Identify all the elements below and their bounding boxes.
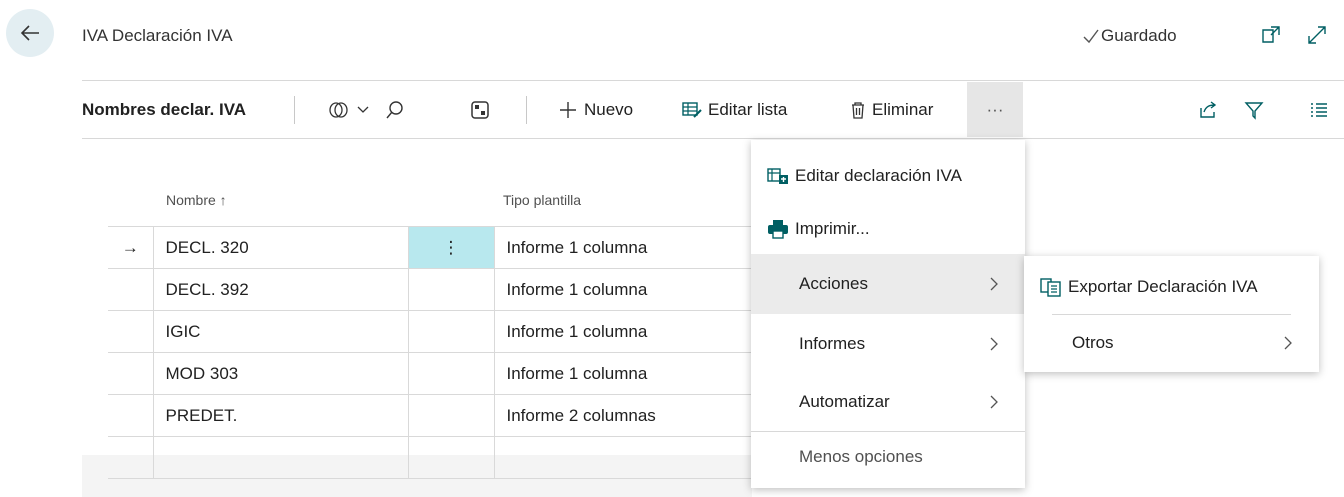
column-header-template-type[interactable]: Tipo plantilla bbox=[503, 192, 581, 208]
delete-button[interactable]: Eliminar bbox=[850, 82, 933, 137]
search-icon bbox=[386, 100, 403, 118]
table-row-new[interactable] bbox=[108, 436, 794, 479]
row-menu-button[interactable]: ⋮ bbox=[407, 226, 495, 269]
cell-name[interactable]: IGIC bbox=[152, 310, 409, 353]
menu-item-label: Acciones bbox=[799, 274, 868, 293]
saved-label: Guardado bbox=[1101, 26, 1177, 45]
menu-item-print[interactable]: Imprimir... bbox=[751, 204, 1025, 254]
table-row[interactable]: DECL. 392 Informe 1 columna bbox=[108, 268, 794, 311]
cell-template-type[interactable]: Informe 1 columna bbox=[493, 310, 794, 353]
menu-item-label: Menos opciones bbox=[799, 447, 923, 466]
cell-template-type[interactable]: Informe 1 columna bbox=[493, 352, 794, 395]
menu-item-automate[interactable]: Automatizar bbox=[751, 374, 1025, 430]
table-row[interactable]: MOD 303 Informe 1 columna bbox=[108, 352, 794, 395]
menu-item-label: Informes bbox=[799, 334, 866, 353]
menu-item-edit-statement[interactable]: Editar declaración IVA bbox=[751, 148, 1025, 204]
expand-icon[interactable] bbox=[1306, 24, 1328, 46]
filter-pane-button[interactable] bbox=[470, 82, 490, 137]
chevron-right-icon bbox=[990, 277, 998, 291]
menu-item-label: Otros bbox=[1072, 333, 1114, 352]
menu-item-label: Exportar Declaración IVA bbox=[1068, 277, 1258, 296]
list-view-button[interactable] bbox=[1310, 82, 1328, 137]
cell-name[interactable]: MOD 303 bbox=[152, 352, 409, 395]
back-button[interactable] bbox=[6, 9, 54, 57]
open-new-window-icon[interactable] bbox=[1260, 24, 1282, 46]
menu-item-export-statement[interactable]: Exportar Declaración IVA bbox=[1024, 260, 1319, 314]
table-row[interactable]: IGIC Informe 1 columna bbox=[108, 310, 794, 353]
trash-icon bbox=[852, 101, 864, 119]
share-button[interactable] bbox=[1198, 82, 1218, 137]
share-icon bbox=[1200, 100, 1217, 118]
list-view-icon bbox=[1311, 102, 1327, 117]
toolbar-separator bbox=[294, 96, 295, 124]
actions-submenu: Exportar Declaración IVA Otros bbox=[1024, 256, 1319, 372]
menu-item-actions[interactable]: Acciones bbox=[751, 254, 1025, 314]
view-switch-icon bbox=[329, 101, 348, 118]
filter-pane-icon bbox=[471, 100, 489, 119]
cell-template-type[interactable]: Informe 1 columna bbox=[493, 268, 794, 311]
arrow-left-icon bbox=[20, 25, 39, 41]
edit-list-button[interactable]: Editar lista bbox=[666, 82, 826, 137]
cell-template-type[interactable]: Informe 1 columna bbox=[493, 226, 794, 269]
plus-icon bbox=[560, 101, 576, 118]
chevron-right-icon bbox=[990, 337, 998, 351]
checkmark-icon bbox=[1083, 29, 1099, 44]
page-title: IVA Declaración IVA bbox=[82, 26, 233, 45]
filter-button[interactable] bbox=[1244, 82, 1264, 137]
search-button[interactable] bbox=[384, 82, 406, 137]
chevron-down-icon bbox=[357, 106, 369, 113]
more-options-menu: Editar declaración IVA Imprimir... Accio… bbox=[751, 140, 1025, 488]
table-row[interactable]: PREDET. Informe 2 columnas bbox=[108, 394, 794, 437]
statements-grid: → DECL. 320 ⋮ Informe 1 columna DECL. 39… bbox=[108, 226, 794, 479]
page-name-label: Nombres declar. IVA bbox=[82, 99, 247, 119]
column-header-name[interactable]: Nombre ↑ bbox=[166, 192, 227, 208]
row-selector-arrow: → bbox=[108, 226, 154, 269]
new-button[interactable]: Nuevo bbox=[558, 82, 633, 137]
menu-item-less-options[interactable]: Menos opciones bbox=[751, 432, 1025, 482]
saved-status: Guardado bbox=[1083, 26, 1177, 46]
edit-list-icon bbox=[682, 101, 702, 118]
menu-item-others[interactable]: Otros bbox=[1024, 316, 1319, 370]
new-button-label: Nuevo bbox=[584, 99, 634, 119]
cell-name[interactable]: PREDET. bbox=[152, 394, 409, 437]
menu-item-label: Automatizar bbox=[799, 392, 890, 411]
cell-template-type[interactable]: Informe 2 columnas bbox=[493, 394, 794, 437]
delete-button-label: Eliminar bbox=[872, 99, 934, 119]
cell-name[interactable]: DECL. 320 bbox=[152, 226, 409, 269]
more-options-button[interactable]: ··· bbox=[967, 82, 1023, 137]
menu-item-label: Imprimir... bbox=[795, 219, 870, 238]
menu-item-reports[interactable]: Informes bbox=[751, 314, 1025, 374]
filter-icon bbox=[1244, 101, 1264, 120]
action-bar: Nombres declar. IVA Nuevo Editar lista E… bbox=[82, 82, 1344, 137]
table-row[interactable]: → DECL. 320 ⋮ Informe 1 columna bbox=[108, 226, 794, 269]
cell-name[interactable]: DECL. 392 bbox=[152, 268, 409, 311]
view-switch-button[interactable] bbox=[328, 82, 370, 137]
toolbar-divider bbox=[82, 138, 1344, 139]
menu-item-label: Editar declaración IVA bbox=[795, 166, 962, 185]
more-options-label: ··· bbox=[986, 99, 1004, 119]
submenu-divider bbox=[1052, 314, 1291, 315]
edit-statement-icon bbox=[767, 168, 788, 184]
printer-icon bbox=[768, 220, 788, 239]
header-divider bbox=[82, 80, 1344, 81]
edit-list-label: Editar lista bbox=[708, 99, 788, 119]
export-icon bbox=[1040, 278, 1061, 297]
chevron-right-icon bbox=[1284, 336, 1292, 350]
chevron-right-icon bbox=[990, 395, 998, 409]
toolbar-separator bbox=[526, 96, 527, 124]
